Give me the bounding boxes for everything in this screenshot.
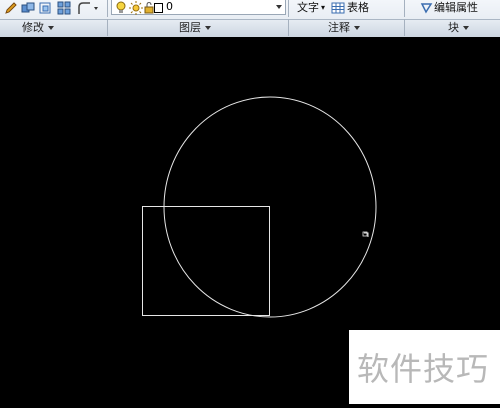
ribbon-tool-row: 0 文字 ▾ 表格 编辑属性	[0, 0, 500, 17]
panel-title-modify[interactable]: 修改	[22, 20, 54, 36]
panel-title-block[interactable]: 块	[448, 20, 469, 36]
chevron-down-icon[interactable]	[93, 0, 99, 15]
panel-title-label: 图层	[179, 21, 201, 34]
text-tool-label: 文字	[297, 1, 319, 14]
watermark-logo: 软件技巧	[349, 330, 500, 404]
panel-title-label: 修改	[22, 21, 44, 34]
array-icon[interactable]	[57, 0, 73, 15]
color-swatch-icon[interactable]	[154, 0, 164, 15]
watermark-text: 软件技巧	[357, 350, 490, 388]
pencil-icon[interactable]	[4, 0, 18, 15]
chevron-down-icon	[463, 26, 469, 30]
panel-title-label: 注释	[328, 21, 350, 34]
text-tool-button[interactable]: 文字 ▾	[297, 0, 325, 15]
fillet-icon[interactable]	[77, 0, 93, 15]
chevron-down-icon	[354, 26, 360, 30]
table-icon[interactable]	[331, 0, 345, 15]
panel-separator	[404, 0, 405, 17]
chevron-down-icon	[205, 26, 211, 30]
chevron-down-icon[interactable]	[276, 5, 282, 9]
ribbon-panel-titles: 修改 图层 注释 块	[0, 19, 500, 37]
panel-separator	[288, 19, 289, 36]
panel-separator	[288, 0, 289, 17]
chevron-down-icon: ▾	[321, 3, 326, 12]
panel-separator	[107, 0, 108, 17]
lightbulb-icon[interactable]	[115, 0, 127, 15]
panel-separator	[107, 19, 108, 36]
layer-dropdown[interactable]: 0	[111, 0, 286, 15]
chevron-down-icon	[48, 26, 54, 30]
panel-separator	[404, 19, 405, 36]
edit-attribute-button[interactable]: 编辑属性	[434, 0, 500, 15]
table-button-label[interactable]: 表格	[347, 0, 369, 15]
drawn-rectangle[interactable]	[142, 206, 270, 316]
sun-icon[interactable]	[129, 0, 143, 15]
ribbon: 0 文字 ▾ 表格 编辑属性 修改 图层 注释 块	[0, 0, 500, 37]
panel-title-label: 块	[448, 21, 459, 34]
panel-title-annotate[interactable]: 注释	[328, 20, 360, 36]
layer-name: 0	[166, 0, 173, 13]
copy-icon[interactable]	[20, 0, 36, 15]
scale-icon[interactable]	[38, 0, 54, 15]
edit-attribute-icon[interactable]	[420, 0, 433, 15]
panel-title-layers[interactable]: 图层	[179, 20, 211, 36]
